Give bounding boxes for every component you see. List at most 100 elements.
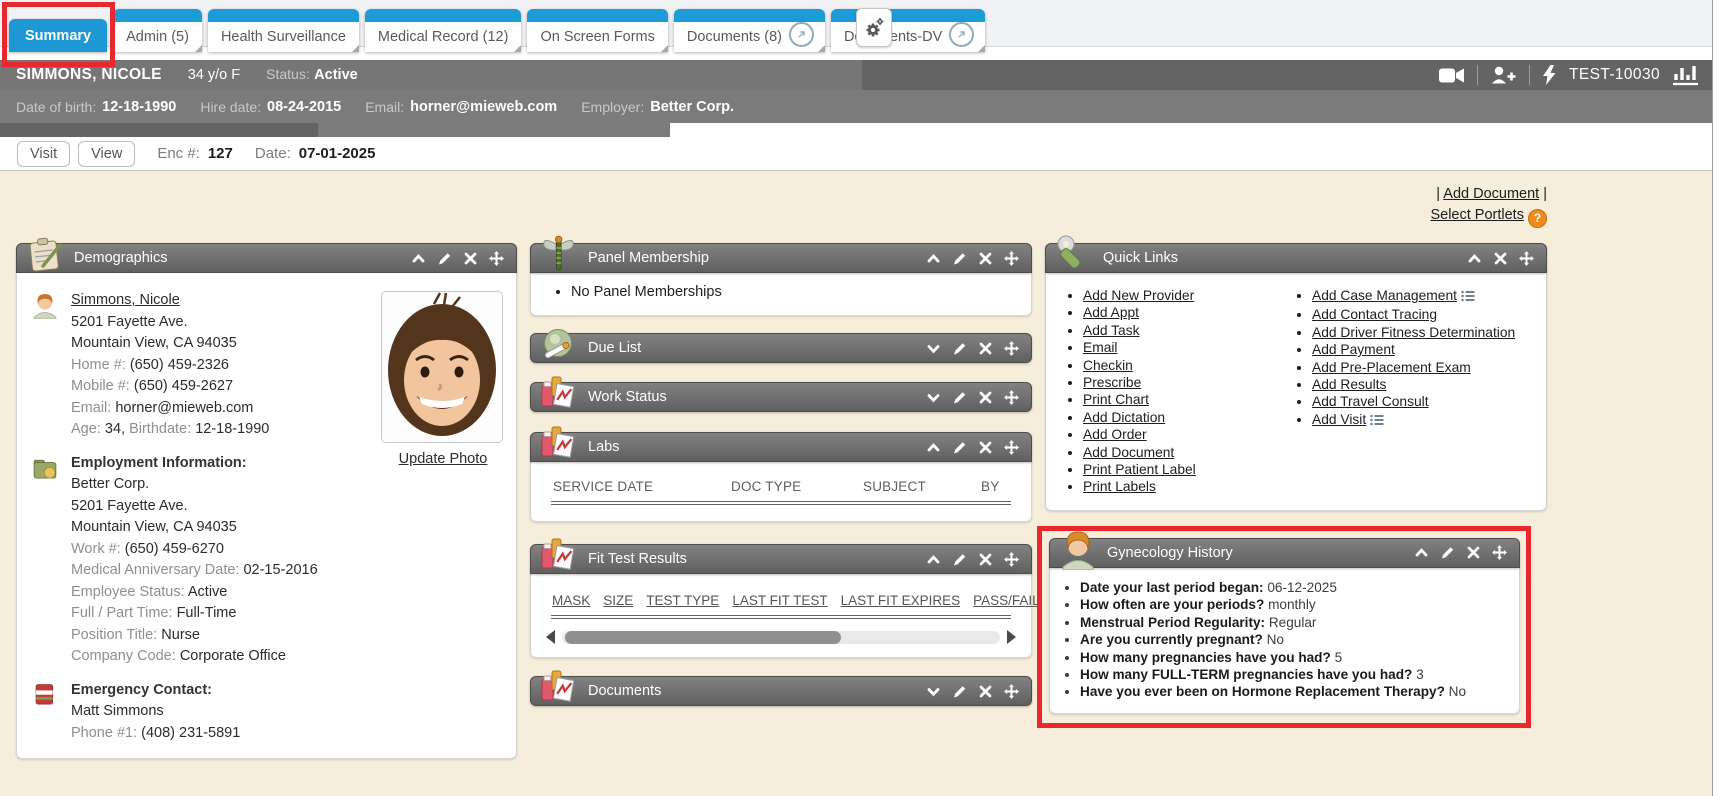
close-icon[interactable] xyxy=(978,251,993,266)
edit-icon[interactable] xyxy=(952,552,967,567)
add-document-link[interactable]: Add Document xyxy=(1443,186,1539,202)
lightning-icon[interactable] xyxy=(1543,65,1556,85)
edit-icon[interactable] xyxy=(437,251,452,266)
move-icon[interactable] xyxy=(1519,251,1534,266)
portlet-header-work-status[interactable]: Work Status xyxy=(530,382,1032,412)
fit-test-sort-link[interactable]: LAST FIT EXPIRES xyxy=(841,593,961,608)
quick-link[interactable]: Print Chart xyxy=(1083,392,1149,407)
patient-chart-icon[interactable] xyxy=(1673,65,1699,86)
expand-icon[interactable] xyxy=(926,390,941,405)
portlet-header-gynecology[interactable]: Gynecology History xyxy=(1049,538,1520,568)
quick-link[interactable]: Add Driver Fitness Determination xyxy=(1312,325,1515,340)
open-new-window-icon[interactable] xyxy=(949,22,974,47)
close-icon[interactable] xyxy=(978,440,993,455)
move-icon[interactable] xyxy=(1004,440,1019,455)
quick-link[interactable]: Add Visit xyxy=(1312,412,1366,427)
quick-link[interactable]: Email xyxy=(1083,340,1118,355)
close-icon[interactable] xyxy=(1493,251,1508,266)
tab-admin[interactable]: Admin (5) xyxy=(113,9,202,52)
tab-summary[interactable]: Summary xyxy=(9,19,107,52)
quick-link-item: Add Case Management xyxy=(1312,287,1515,306)
collapse-icon[interactable] xyxy=(926,440,941,455)
select-portlets-link[interactable]: Select Portlets xyxy=(1430,207,1524,223)
quick-link[interactable]: Add Results xyxy=(1312,377,1386,392)
video-call-icon[interactable] xyxy=(1439,67,1464,84)
scrollbar-thumb[interactable] xyxy=(565,631,841,644)
edit-icon[interactable] xyxy=(952,390,967,405)
portlet-header-fit-test[interactable]: Fit Test Results xyxy=(530,544,1032,574)
quick-link[interactable]: Add Task xyxy=(1083,323,1140,338)
close-icon[interactable] xyxy=(978,684,993,699)
quick-link[interactable]: Add Pre-Placement Exam xyxy=(1312,360,1471,375)
edit-icon[interactable] xyxy=(952,684,967,699)
portlet-labs: Labs SERVICE DATEDOC TYPESUBJECTBY xyxy=(530,432,1032,522)
quick-link[interactable]: Checkin xyxy=(1083,358,1133,373)
patient-name-link[interactable]: Simmons, Nicole xyxy=(71,292,180,308)
move-icon[interactable] xyxy=(1004,390,1019,405)
quick-link[interactable]: Prescribe xyxy=(1083,375,1141,390)
list-view-icon[interactable] xyxy=(1370,413,1384,430)
edit-icon[interactable] xyxy=(1440,545,1455,560)
tab-medical-record[interactable]: Medical Record (12) xyxy=(365,9,522,52)
portlet-header-documents[interactable]: Documents xyxy=(530,676,1032,706)
collapse-icon[interactable] xyxy=(1414,545,1429,560)
move-icon[interactable] xyxy=(1004,251,1019,266)
move-icon[interactable] xyxy=(1004,552,1019,567)
close-icon[interactable] xyxy=(978,390,993,405)
quick-link[interactable]: Print Patient Label xyxy=(1083,462,1196,477)
portlet-header-labs[interactable]: Labs xyxy=(530,432,1032,462)
close-icon[interactable] xyxy=(978,552,993,567)
tab-documents[interactable]: Documents (8) xyxy=(674,9,825,52)
expand-icon[interactable] xyxy=(926,684,941,699)
open-new-window-icon[interactable] xyxy=(789,22,814,47)
move-icon[interactable] xyxy=(1492,545,1507,560)
quick-link[interactable]: Add Order xyxy=(1083,427,1147,442)
scroll-left-icon[interactable] xyxy=(546,630,555,644)
collapse-icon[interactable] xyxy=(411,251,426,266)
fit-test-sort-link[interactable]: TEST TYPE xyxy=(646,593,719,608)
help-icon[interactable]: ? xyxy=(1528,209,1547,228)
quick-link[interactable]: Add Contact Tracing xyxy=(1312,307,1437,322)
view-button[interactable]: View xyxy=(78,141,135,167)
tab-documents-dv[interactable]: Documents-DV xyxy=(831,9,985,52)
quick-link[interactable]: Print Labels xyxy=(1083,479,1156,494)
portlet-header-demographics[interactable]: Demographics xyxy=(16,243,517,273)
edit-icon[interactable] xyxy=(952,341,967,356)
visit-button[interactable]: Visit xyxy=(17,141,70,167)
date-of-birth: 12-18-1990 xyxy=(102,99,176,115)
fit-test-sort-link[interactable]: LAST FIT TEST xyxy=(732,593,827,608)
quick-link[interactable]: Add New Provider xyxy=(1083,288,1194,303)
move-icon[interactable] xyxy=(489,251,504,266)
edit-icon[interactable] xyxy=(952,440,967,455)
close-icon[interactable] xyxy=(1466,545,1481,560)
collapse-icon[interactable] xyxy=(926,251,941,266)
list-view-icon[interactable] xyxy=(1461,289,1475,306)
quick-link[interactable]: Add Travel Consult xyxy=(1312,394,1429,409)
quick-link[interactable]: Add Payment xyxy=(1312,342,1395,357)
close-icon[interactable] xyxy=(463,251,478,266)
collapse-icon[interactable] xyxy=(926,552,941,567)
scrollbar-track[interactable] xyxy=(562,631,1000,644)
portlet-header-due-list[interactable]: Due List xyxy=(530,333,1032,363)
portlet-header-panel-membership[interactable]: Panel Membership xyxy=(530,243,1032,273)
edit-icon[interactable] xyxy=(952,251,967,266)
add-person-icon[interactable] xyxy=(1491,66,1516,85)
tab-on-screen-forms[interactable]: On Screen Forms xyxy=(527,9,667,52)
fit-test-sort-link[interactable]: SIZE xyxy=(603,593,633,608)
tab-health-surveillance[interactable]: Health Surveillance xyxy=(208,9,359,52)
fit-test-sort-link[interactable]: MASK xyxy=(552,593,590,608)
quick-link[interactable]: Add Document xyxy=(1083,445,1174,460)
close-icon[interactable] xyxy=(978,341,993,356)
scroll-right-icon[interactable] xyxy=(1007,630,1016,644)
settings-button[interactable] xyxy=(856,8,892,47)
quick-link[interactable]: Add Appt xyxy=(1083,305,1139,320)
portlet-header-quick-links[interactable]: Quick Links xyxy=(1045,243,1547,273)
move-icon[interactable] xyxy=(1004,684,1019,699)
move-icon[interactable] xyxy=(1004,341,1019,356)
expand-icon[interactable] xyxy=(926,341,941,356)
quick-link[interactable]: Add Case Management xyxy=(1312,288,1457,303)
collapse-icon[interactable] xyxy=(1467,251,1482,266)
quick-link[interactable]: Add Dictation xyxy=(1083,410,1165,425)
update-photo-link[interactable]: Update Photo xyxy=(399,451,488,467)
fit-test-sort-link[interactable]: PASS/FAIL xyxy=(973,593,1040,608)
